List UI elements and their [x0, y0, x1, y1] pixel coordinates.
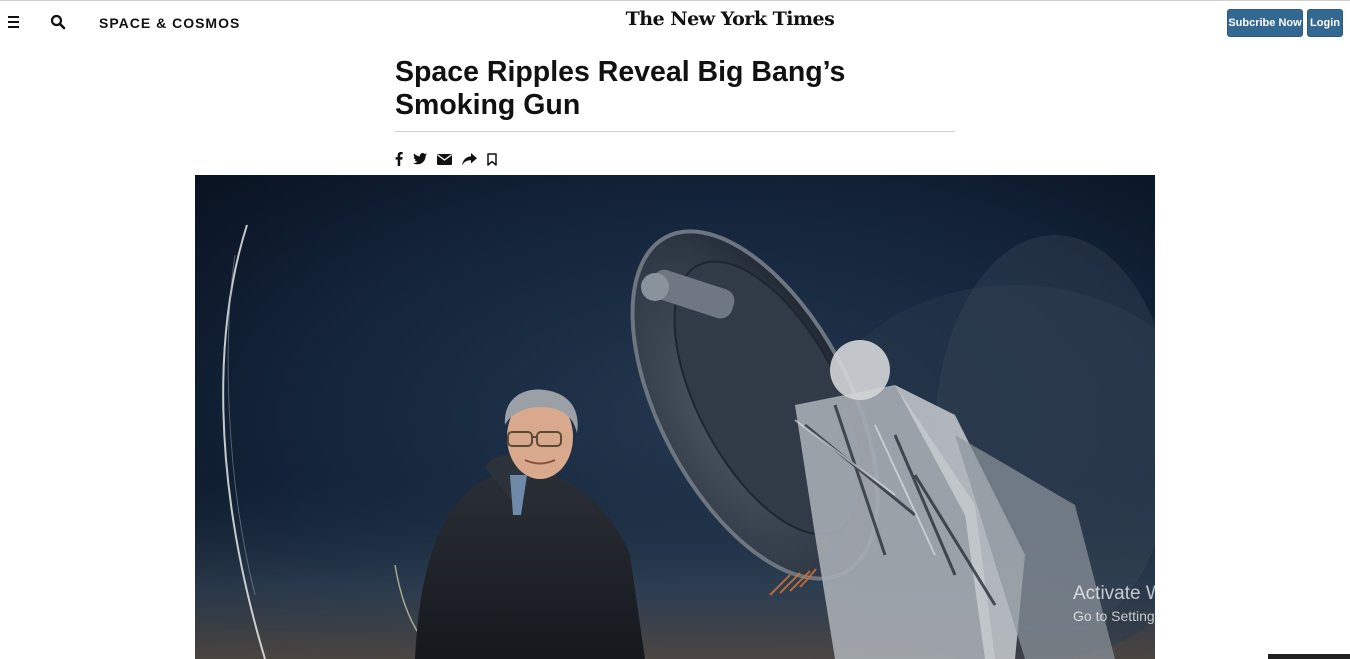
nyt-logo[interactable]: The New York Times: [600, 8, 860, 30]
section-label[interactable]: SPACE & COSMOS: [99, 15, 240, 31]
email-icon[interactable]: [437, 151, 452, 167]
search-icon[interactable]: [50, 14, 68, 32]
site-header: SPACE & COSMOS The New York Times Subcri…: [0, 3, 1350, 43]
article-photo: [195, 175, 1155, 659]
share-icon[interactable]: [462, 151, 477, 167]
subscribe-button[interactable]: Subcribe Now: [1227, 9, 1303, 37]
twitter-icon[interactable]: [413, 151, 427, 167]
watermark-subtitle: Go to Settings to activate Windows.: [1073, 608, 1294, 624]
article-headline: Space Ripples Reveal Big Bang’s Smoking …: [395, 56, 846, 121]
windows-activation-watermark: Activate Windows Go to Settings to activ…: [1073, 583, 1294, 627]
corner-bar: [1268, 654, 1350, 659]
login-button[interactable]: Login: [1307, 9, 1343, 37]
hamburger-menu-icon[interactable]: [6, 13, 22, 31]
share-toolbar: [395, 150, 507, 168]
headline-divider: [395, 131, 955, 132]
watermark-title: Activate Windows: [1073, 583, 1223, 604]
facebook-icon[interactable]: [395, 151, 403, 167]
bookmark-icon[interactable]: [487, 151, 497, 167]
